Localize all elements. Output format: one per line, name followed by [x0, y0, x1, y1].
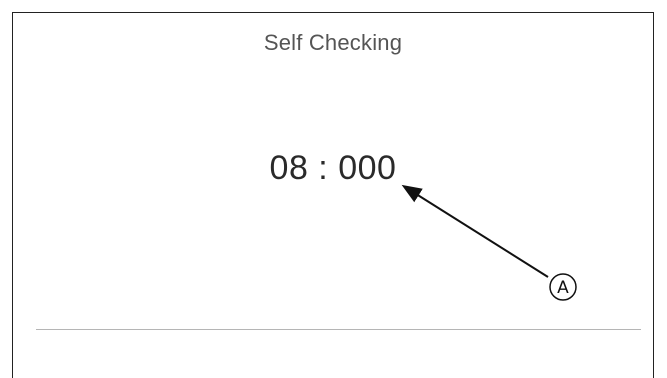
callout-annotation: A	[401, 184, 577, 301]
arrow-icon	[401, 184, 549, 278]
callout-label: A	[557, 278, 569, 298]
